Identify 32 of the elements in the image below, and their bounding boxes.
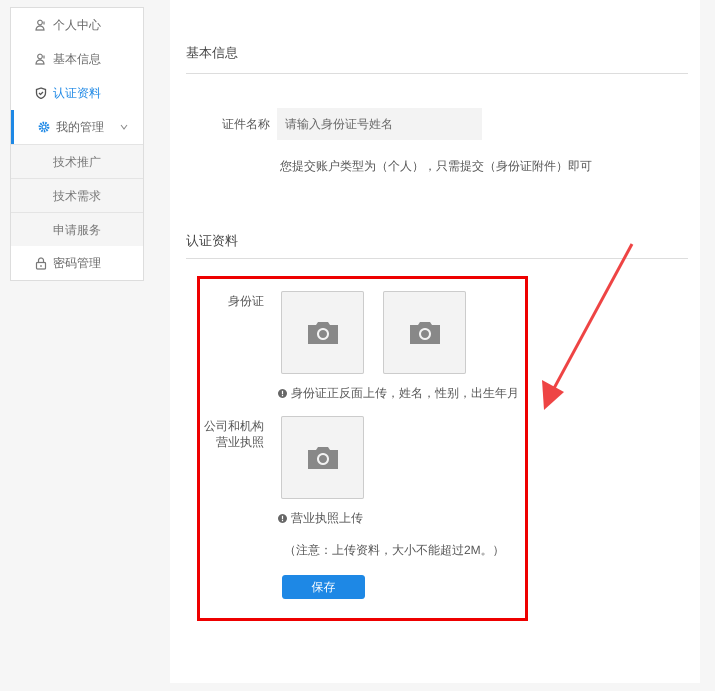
sidebar-item[interactable]: 认证资料 — [11, 76, 143, 110]
upload-slot[interactable] — [281, 291, 364, 374]
sidebar-subitem[interactable]: 技术需求 — [11, 178, 143, 212]
info-icon — [278, 388, 287, 398]
name-input[interactable]: 请输入身份证号姓名 — [277, 108, 482, 140]
section-title: 认证资料 — [186, 232, 239, 250]
sidebar-subitem[interactable]: 技术推广 — [11, 144, 143, 178]
sidebar-item[interactable]: 密码管理 — [11, 246, 143, 280]
sidebar-subitem[interactable]: 申请服务 — [11, 212, 143, 246]
user-icon — [35, 19, 47, 31]
hint-text: 您提交账户类型为（个人），只需提交（身份证附件）即可 — [280, 158, 593, 175]
lock-icon — [35, 256, 47, 270]
upload-slot[interactable] — [281, 416, 364, 499]
upload-label: 公司和机构 — [204, 418, 264, 434]
camera-icon — [308, 446, 338, 468]
section-title: 基本信息 — [186, 44, 239, 62]
notice-text: （注意：上传资料，大小不能超过2M。） — [284, 542, 506, 559]
sidebar-item[interactable]: 基本信息 — [11, 42, 143, 76]
sidebar-item[interactable]: 个人中心 — [11, 8, 143, 42]
camera-icon — [308, 322, 338, 344]
user-icon — [35, 53, 47, 65]
upload-label: 营业执照 — [216, 434, 264, 450]
upload-note: 营业执照上传 — [291, 510, 363, 527]
info-icon — [278, 514, 287, 522]
gear-icon — [38, 121, 50, 133]
shield-icon — [35, 87, 47, 99]
upload-note: 身份证正反面上传，姓名，性别，出生年月 — [291, 385, 519, 402]
save-button[interactable]: 保存 — [282, 575, 365, 599]
upload-slot[interactable] — [383, 291, 466, 374]
field-label: 证件名称 — [222, 116, 270, 133]
upload-label: 身份证 — [228, 293, 264, 309]
camera-icon — [410, 322, 440, 344]
